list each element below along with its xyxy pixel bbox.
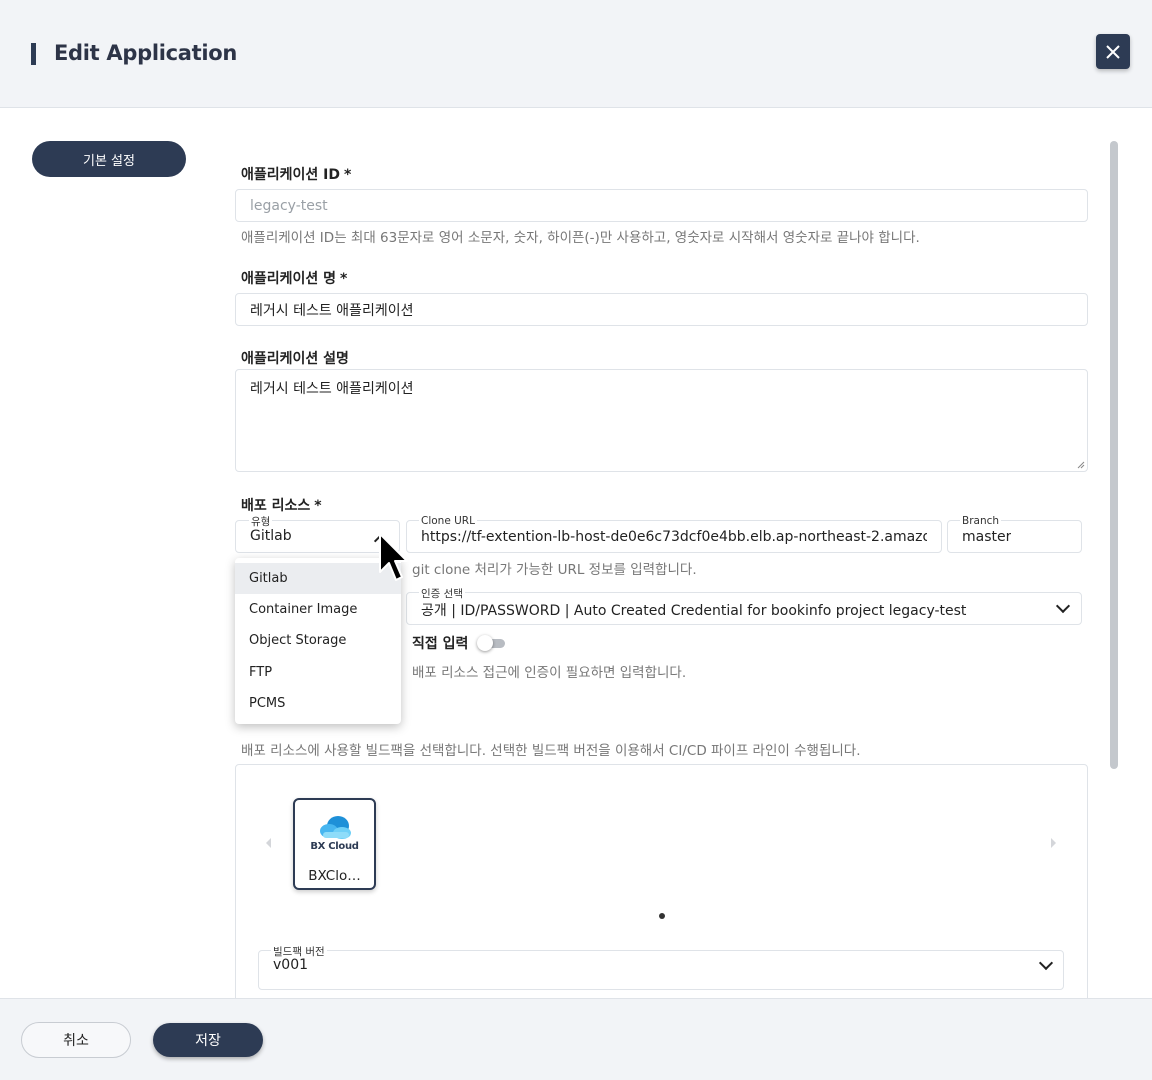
cancel-button[interactable]: 취소 xyxy=(21,1022,131,1058)
deploy-resource-label-text: 배포 리소스 xyxy=(241,498,311,514)
app-id-placeholder: legacy-test xyxy=(250,197,328,214)
modal-header: Edit Application xyxy=(0,0,1152,108)
dropdown-option-object-storage[interactable]: Object Storage xyxy=(235,625,401,656)
buildpack-help: 배포 리소스에 사용할 빌드팩을 선택합니다. 선택한 빌드팩 버전을 이용해서… xyxy=(241,743,861,759)
clone-url-label: Clone URL xyxy=(419,515,477,527)
dropdown-option-pcms[interactable]: PCMS xyxy=(235,688,401,719)
deploy-resource-label: 배포 리소스 * xyxy=(241,495,322,515)
buildpack-version-select[interactable] xyxy=(258,950,1064,990)
buildpack-logo-text: BX Cloud xyxy=(310,841,359,852)
buildpack-card-name: BXClo… xyxy=(308,868,361,884)
direct-input-label: 직접 입력 xyxy=(412,636,469,652)
app-id-label-text: 애플리케이션 ID xyxy=(241,167,340,183)
toggle-knob xyxy=(477,635,493,651)
carousel-dot[interactable] xyxy=(659,913,665,919)
required-mark: * xyxy=(314,498,322,514)
tab-basic-settings[interactable]: 기본 설정 xyxy=(32,141,186,177)
clone-url-help: git clone 처리가 가능한 URL 정보를 입력합니다. xyxy=(412,562,697,578)
type-dropdown-menu: Gitlab Container Image Object Storage FT… xyxy=(235,558,401,724)
mouse-cursor-icon xyxy=(379,533,408,581)
dropdown-option-gitlab[interactable]: Gitlab xyxy=(235,563,401,595)
clone-url-value: https://tf-extention-lb-host-de0e6c73dcf… xyxy=(421,529,927,545)
buildpack-card[interactable]: BX Cloud BXClo… xyxy=(293,798,376,890)
app-id-label: 애플리케이션 ID * xyxy=(241,164,351,184)
carousel-next-icon[interactable] xyxy=(1051,838,1056,848)
app-id-input[interactable]: legacy-test xyxy=(235,189,1088,222)
save-button[interactable]: 저장 xyxy=(153,1023,263,1057)
scrollbar[interactable] xyxy=(1110,141,1118,769)
resize-handle-icon[interactable] xyxy=(1077,461,1085,469)
close-icon xyxy=(1106,44,1120,59)
auth-help: 배포 리소스 접근에 인증이 필요하면 입력합니다. xyxy=(412,665,687,681)
page-title: Edit Application xyxy=(54,41,238,65)
type-select-label: 유형 xyxy=(249,514,273,529)
app-desc-value: 레거시 테스트 애플리케이션 xyxy=(250,381,414,397)
app-id-help: 애플리케이션 ID는 최대 63문자로 영어 소문자, 숫자, 하이픈(-)만 … xyxy=(241,230,920,246)
app-desc-label: 애플리케이션 설명 xyxy=(241,351,349,367)
required-mark: * xyxy=(340,271,348,287)
dropdown-option-ftp[interactable]: FTP xyxy=(235,657,401,688)
type-select-value: Gitlab xyxy=(250,528,292,544)
required-mark: * xyxy=(343,167,352,183)
app-name-label: 애플리케이션 명 * xyxy=(241,268,347,288)
app-desc-textarea[interactable]: 레거시 테스트 애플리케이션 xyxy=(235,369,1088,472)
buildpack-version-value: v001 xyxy=(273,957,309,973)
title-accent-bar xyxy=(31,43,36,65)
app-name-input[interactable]: 레거시 테스트 애플리케이션 xyxy=(235,293,1088,326)
app-name-value: 레거시 테스트 애플리케이션 xyxy=(250,302,414,319)
app-name-label-text: 애플리케이션 명 xyxy=(241,271,337,287)
dropdown-option-container-image[interactable]: Container Image xyxy=(235,594,401,625)
branch-value: master xyxy=(962,529,1012,545)
branch-label: Branch xyxy=(960,515,1002,527)
auth-select-value: 공개 | ID/PASSWORD | Auto Created Credenti… xyxy=(421,603,967,619)
close-button[interactable] xyxy=(1096,34,1130,69)
carousel-prev-icon[interactable] xyxy=(266,838,271,848)
cloud-logo-icon xyxy=(320,816,351,839)
direct-input-toggle[interactable] xyxy=(477,635,505,651)
auth-select-label: 인증 선택 xyxy=(419,586,465,601)
